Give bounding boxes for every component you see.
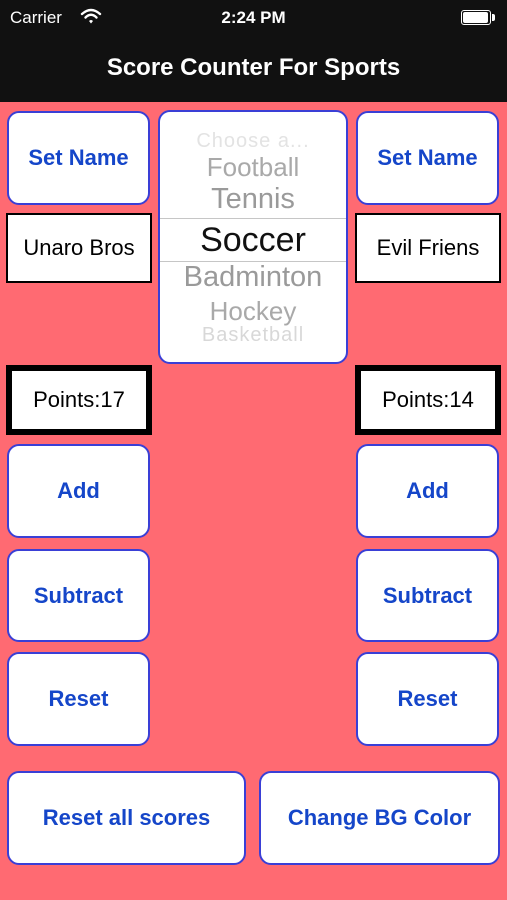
picker-option[interactable]: Hockey bbox=[160, 296, 346, 327]
left-team-name-field[interactable]: Unaro Bros bbox=[6, 213, 152, 283]
left-set-name-button[interactable]: Set Name bbox=[7, 111, 150, 205]
picker-option[interactable]: Basketball bbox=[160, 324, 346, 347]
right-add-button[interactable]: Add bbox=[356, 444, 499, 538]
picker-option[interactable]: Football bbox=[160, 152, 346, 183]
left-subtract-button[interactable]: Subtract bbox=[7, 549, 150, 642]
right-reset-button[interactable]: Reset bbox=[356, 652, 499, 746]
picker-selection-line-top bbox=[160, 218, 346, 219]
picker-option[interactable]: Choose a... bbox=[160, 130, 346, 153]
status-bar: Carrier 2:24 PM bbox=[0, 0, 507, 36]
picker-option[interactable]: Badminton bbox=[160, 261, 346, 294]
change-bg-color-button[interactable]: Change BG Color bbox=[259, 771, 500, 865]
right-set-name-button[interactable]: Set Name bbox=[356, 111, 499, 205]
page-title: Score Counter For Sports bbox=[106, 54, 401, 81]
left-add-button[interactable]: Add bbox=[7, 444, 150, 538]
status-time: 2:24 PM bbox=[221, 8, 286, 27]
right-points-display: Points:14 bbox=[355, 365, 501, 435]
picker-selected-option[interactable]: Soccer bbox=[160, 221, 346, 260]
navigation-bar: Score Counter For Sports bbox=[0, 36, 507, 102]
left-reset-button[interactable]: Reset bbox=[7, 652, 150, 746]
left-points-display: Points:17 bbox=[6, 365, 152, 435]
sport-picker[interactable]: Choose a... Football Tennis Soccer Badmi… bbox=[158, 110, 348, 364]
right-team-name-field[interactable]: Evil Friens bbox=[355, 213, 501, 283]
right-subtract-button[interactable]: Subtract bbox=[356, 549, 499, 642]
picker-option[interactable]: Tennis bbox=[160, 183, 346, 216]
battery-icon bbox=[461, 10, 495, 25]
reset-all-scores-button[interactable]: Reset all scores bbox=[7, 771, 246, 865]
